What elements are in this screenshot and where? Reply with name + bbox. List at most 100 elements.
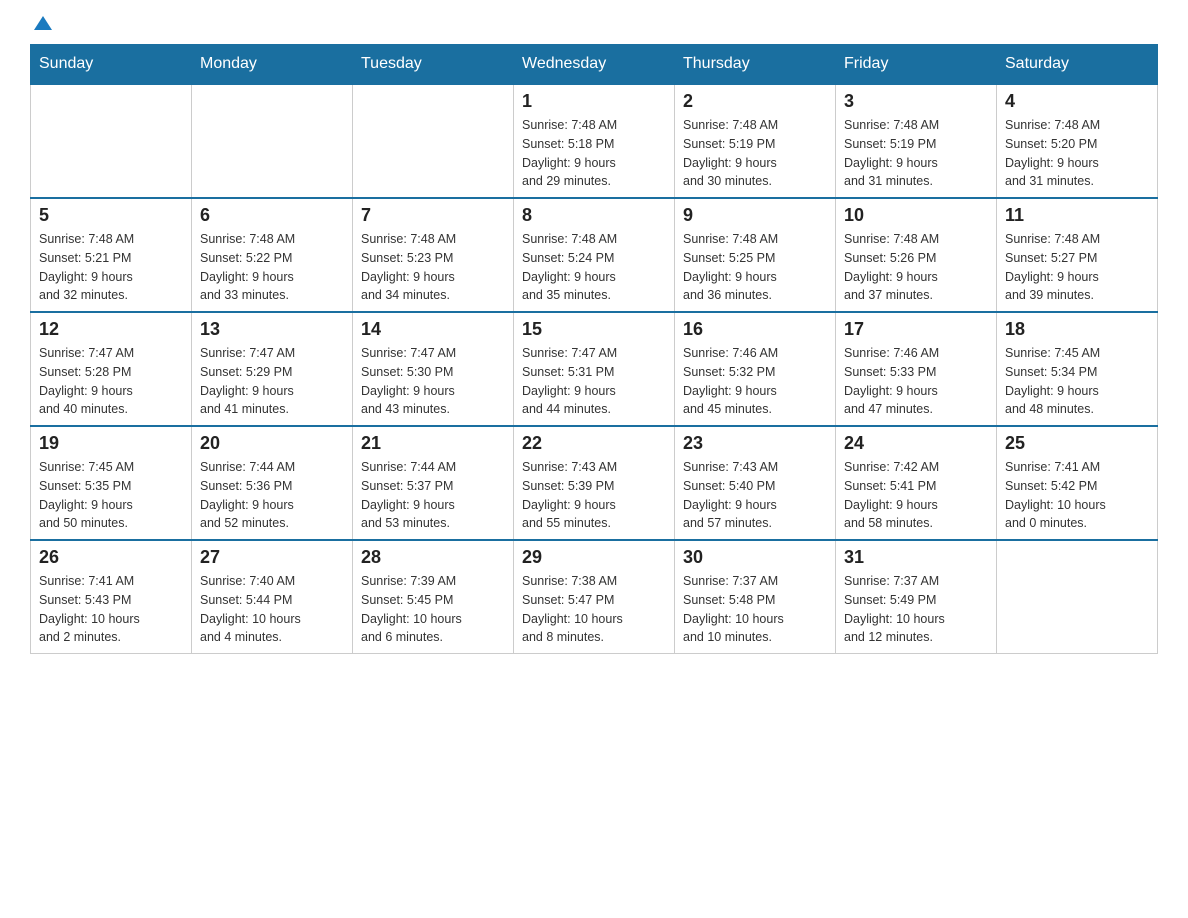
day-number: 2 [683,91,827,112]
day-info: Sunrise: 7:48 AMSunset: 5:21 PMDaylight:… [39,230,183,305]
calendar-cell: 16 Sunrise: 7:46 AMSunset: 5:32 PMDayligh… [675,312,836,426]
calendar-cell: 13 Sunrise: 7:47 AMSunset: 5:29 PMDayligh… [192,312,353,426]
day-info: Sunrise: 7:48 AMSunset: 5:27 PMDaylight:… [1005,230,1149,305]
column-header-thursday: Thursday [675,45,836,85]
calendar-cell: 10Sunrise: 7:48 AMSunset: 5:26 PMDayligh… [836,198,997,312]
calendar-cell: 5 Sunrise: 7:48 AMSunset: 5:21 PMDaylight… [31,198,192,312]
day-info: Sunrise: 7:42 AMSunset: 5:41 PMDaylight:… [844,458,988,533]
day-number: 31 [844,547,988,568]
week-row-2: 5 Sunrise: 7:48 AMSunset: 5:21 PMDaylight… [31,198,1158,312]
day-info: Sunrise: 7:48 AMSunset: 5:18 PMDaylight:… [522,116,666,191]
calendar-cell: 24 Sunrise: 7:42 AMSunset: 5:41 PMDayligh… [836,426,997,540]
header-row: SundayMondayTuesdayWednesdayThursdayFrid… [31,45,1158,85]
day-number: 17 [844,319,988,340]
calendar-cell: 29Sunrise: 7:38 AMSunset: 5:47 PMDayligh… [514,540,675,654]
calendar-cell: 23 Sunrise: 7:43 AMSunset: 5:40 PMDayligh… [675,426,836,540]
calendar-cell: 20 Sunrise: 7:44 AMSunset: 5:36 PMDayligh… [192,426,353,540]
calendar-header: SundayMondayTuesdayWednesdayThursdayFrid… [31,45,1158,85]
day-info: Sunrise: 7:37 AMSunset: 5:49 PMDaylight:… [844,572,988,647]
calendar-cell: 14 Sunrise: 7:47 AMSunset: 5:30 PMDayligh… [353,312,514,426]
day-info: Sunrise: 7:46 AMSunset: 5:32 PMDaylight:… [683,344,827,419]
day-info: Sunrise: 7:47 AMSunset: 5:30 PMDaylight:… [361,344,505,419]
day-number: 6 [200,205,344,226]
day-info: Sunrise: 7:41 AMSunset: 5:43 PMDaylight:… [39,572,183,647]
day-number: 3 [844,91,988,112]
day-number: 11 [1005,205,1149,226]
day-info: Sunrise: 7:48 AMSunset: 5:22 PMDaylight:… [200,230,344,305]
logo-arrow-icon [32,12,54,34]
day-info: Sunrise: 7:45 AMSunset: 5:34 PMDaylight:… [1005,344,1149,419]
day-number: 18 [1005,319,1149,340]
day-info: Sunrise: 7:48 AMSunset: 5:24 PMDaylight:… [522,230,666,305]
day-info: Sunrise: 7:48 AMSunset: 5:19 PMDaylight:… [683,116,827,191]
day-number: 13 [200,319,344,340]
calendar-cell: 4 Sunrise: 7:48 AMSunset: 5:20 PMDaylight… [997,84,1158,198]
day-number: 1 [522,91,666,112]
day-number: 15 [522,319,666,340]
calendar-cell: 6 Sunrise: 7:48 AMSunset: 5:22 PMDaylight… [192,198,353,312]
calendar-cell: 26 Sunrise: 7:41 AMSunset: 5:43 PMDayligh… [31,540,192,654]
calendar-cell: 28 Sunrise: 7:39 AMSunset: 5:45 PMDayligh… [353,540,514,654]
calendar-cell: 31 Sunrise: 7:37 AMSunset: 5:49 PMDayligh… [836,540,997,654]
calendar-cell: 3Sunrise: 7:48 AMSunset: 5:19 PMDaylight… [836,84,997,198]
day-info: Sunrise: 7:48 AMSunset: 5:20 PMDaylight:… [1005,116,1149,191]
day-info: Sunrise: 7:37 AMSunset: 5:48 PMDaylight:… [683,572,827,647]
calendar-cell: 1 Sunrise: 7:48 AMSunset: 5:18 PMDaylight… [514,84,675,198]
day-info: Sunrise: 7:38 AMSunset: 5:47 PMDaylight:… [522,572,666,647]
week-row-1: 1 Sunrise: 7:48 AMSunset: 5:18 PMDaylight… [31,84,1158,198]
day-info: Sunrise: 7:47 AMSunset: 5:29 PMDaylight:… [200,344,344,419]
column-header-wednesday: Wednesday [514,45,675,85]
column-header-friday: Friday [836,45,997,85]
calendar-cell: 30 Sunrise: 7:37 AMSunset: 5:48 PMDayligh… [675,540,836,654]
calendar-cell [31,84,192,198]
day-number: 28 [361,547,505,568]
day-info: Sunrise: 7:44 AMSunset: 5:36 PMDaylight:… [200,458,344,533]
day-number: 4 [1005,91,1149,112]
day-number: 14 [361,319,505,340]
day-info: Sunrise: 7:40 AMSunset: 5:44 PMDaylight:… [200,572,344,647]
calendar-cell: 15 Sunrise: 7:47 AMSunset: 5:31 PMDayligh… [514,312,675,426]
column-header-sunday: Sunday [31,45,192,85]
calendar-cell: 11 Sunrise: 7:48 AMSunset: 5:27 PMDayligh… [997,198,1158,312]
week-row-4: 19Sunrise: 7:45 AMSunset: 5:35 PMDayligh… [31,426,1158,540]
calendar-cell: 22 Sunrise: 7:43 AMSunset: 5:39 PMDayligh… [514,426,675,540]
calendar-table: SundayMondayTuesdayWednesdayThursdayFrid… [30,44,1158,654]
day-info: Sunrise: 7:41 AMSunset: 5:42 PMDaylight:… [1005,458,1149,533]
day-number: 26 [39,547,183,568]
calendar-cell: 9Sunrise: 7:48 AMSunset: 5:25 PMDaylight… [675,198,836,312]
logo [30,20,54,34]
day-number: 12 [39,319,183,340]
calendar-cell: 25 Sunrise: 7:41 AMSunset: 5:42 PMDayligh… [997,426,1158,540]
day-info: Sunrise: 7:43 AMSunset: 5:39 PMDaylight:… [522,458,666,533]
calendar-cell: 19Sunrise: 7:45 AMSunset: 5:35 PMDayligh… [31,426,192,540]
day-info: Sunrise: 7:44 AMSunset: 5:37 PMDaylight:… [361,458,505,533]
day-number: 27 [200,547,344,568]
day-info: Sunrise: 7:45 AMSunset: 5:35 PMDaylight:… [39,458,183,533]
day-number: 10 [844,205,988,226]
calendar-cell: 8Sunrise: 7:48 AMSunset: 5:24 PMDaylight… [514,198,675,312]
day-number: 25 [1005,433,1149,454]
day-info: Sunrise: 7:47 AMSunset: 5:31 PMDaylight:… [522,344,666,419]
day-number: 20 [200,433,344,454]
day-number: 5 [39,205,183,226]
week-row-3: 12 Sunrise: 7:47 AMSunset: 5:28 PMDayligh… [31,312,1158,426]
day-number: 16 [683,319,827,340]
day-number: 7 [361,205,505,226]
column-header-saturday: Saturday [997,45,1158,85]
day-number: 23 [683,433,827,454]
calendar-cell: 27 Sunrise: 7:40 AMSunset: 5:44 PMDayligh… [192,540,353,654]
calendar-cell: 17Sunrise: 7:46 AMSunset: 5:33 PMDayligh… [836,312,997,426]
day-number: 30 [683,547,827,568]
calendar-cell [192,84,353,198]
calendar-cell [997,540,1158,654]
day-info: Sunrise: 7:48 AMSunset: 5:25 PMDaylight:… [683,230,827,305]
day-info: Sunrise: 7:43 AMSunset: 5:40 PMDaylight:… [683,458,827,533]
calendar-cell: 21Sunrise: 7:44 AMSunset: 5:37 PMDayligh… [353,426,514,540]
day-info: Sunrise: 7:47 AMSunset: 5:28 PMDaylight:… [39,344,183,419]
day-info: Sunrise: 7:39 AMSunset: 5:45 PMDaylight:… [361,572,505,647]
week-row-5: 26 Sunrise: 7:41 AMSunset: 5:43 PMDayligh… [31,540,1158,654]
calendar-body: 1 Sunrise: 7:48 AMSunset: 5:18 PMDaylight… [31,84,1158,654]
calendar-cell: 12 Sunrise: 7:47 AMSunset: 5:28 PMDayligh… [31,312,192,426]
day-number: 22 [522,433,666,454]
day-number: 24 [844,433,988,454]
